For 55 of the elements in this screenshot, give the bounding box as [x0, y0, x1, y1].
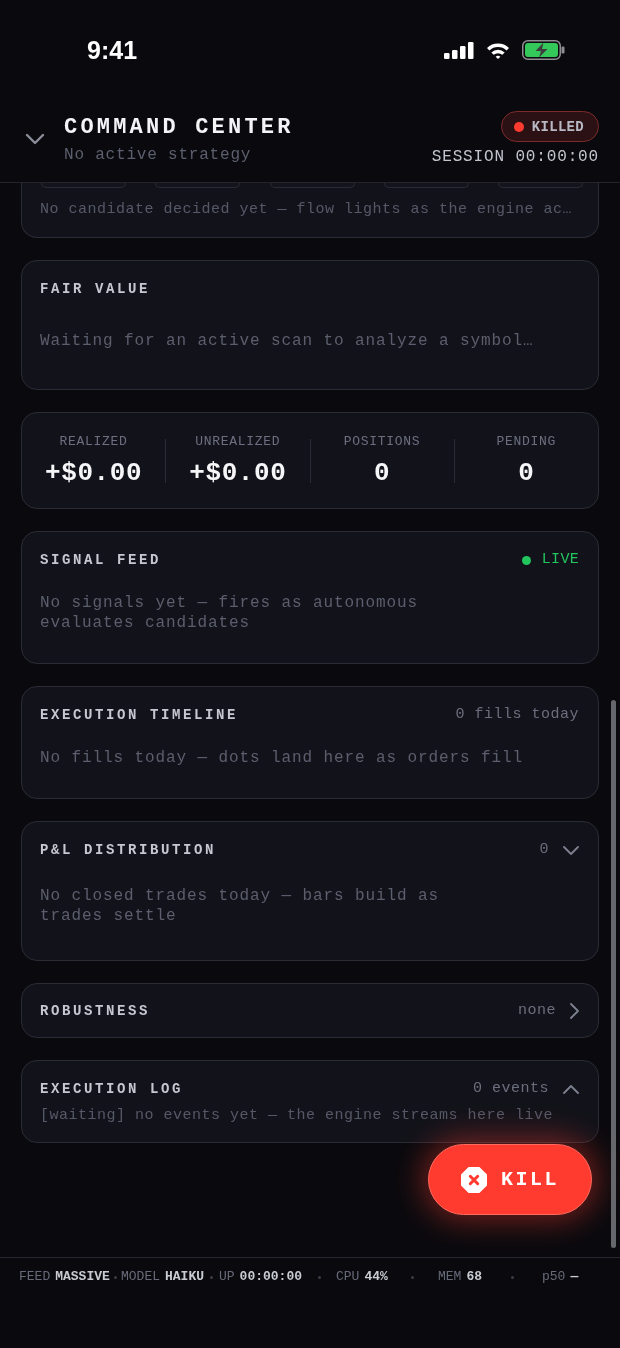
panel-meta: 0 events: [473, 1079, 549, 1099]
empty-message: Waiting for an active scan to analyze a symbol…: [40, 331, 535, 351]
footer-label: p50: [542, 1268, 566, 1286]
panel-title: P&L DISTRIBUTION: [40, 841, 217, 860]
stat-value: +$0.00: [45, 458, 143, 488]
footer-value: 00:00:00: [239, 1268, 303, 1286]
panel-title: EXECUTION TIMELINE: [40, 706, 239, 725]
footer-label: MODEL: [121, 1268, 160, 1286]
panel-meta: none: [518, 1001, 556, 1021]
footer-value: —: [570, 1268, 579, 1286]
chevron-down-icon[interactable]: [25, 133, 45, 145]
stat-label: POSITIONS: [343, 434, 421, 450]
signal-icon: [444, 41, 474, 59]
panel-title: ROBUSTNESS: [40, 1002, 150, 1021]
status-time: 9:41: [87, 35, 138, 65]
empty-message: No signals yet — fires as autonomous evaluates candidates: [40, 593, 420, 633]
footer-value: 44%: [364, 1268, 388, 1286]
status-label: KILLED: [531, 117, 584, 136]
chevron-right-icon[interactable]: [570, 1003, 579, 1019]
footer-label: MEM: [438, 1268, 462, 1286]
stat-label: REALIZED: [59, 434, 128, 450]
panel-meta: 0 fills today: [455, 705, 579, 725]
log-line: [waiting] no events yet — the engine streams here live: [40, 1107, 555, 1125]
status-label: LIVE: [541, 550, 579, 570]
session-timer: SESSION 00:00:00: [431, 147, 599, 167]
stop-icon: [461, 1166, 487, 1193]
status-dot-icon: [513, 121, 524, 132]
footer-label: CPU: [336, 1268, 360, 1286]
stat-value: 0: [374, 458, 391, 488]
panel-title: EXECUTION LOG: [40, 1080, 184, 1099]
battery-icon: [522, 40, 565, 60]
panel-title: SIGNAL FEED: [40, 551, 161, 570]
stat-value: +$0.00: [189, 458, 287, 488]
panel-card[interactable]: ROBUSTNESS none: [21, 983, 599, 1038]
empty-message: No fills today — dots land here as orders fill: [40, 748, 525, 768]
footer-value: 68: [466, 1268, 482, 1286]
stat-label: UNREALIZED: [195, 434, 281, 450]
strategy-subtitle: No active strategy: [64, 145, 253, 165]
stat-value: 0: [518, 458, 535, 488]
chevron-up-icon[interactable]: [563, 1084, 579, 1094]
app-title: COMMAND CENTER: [64, 115, 294, 141]
wifi-icon: [486, 41, 510, 59]
scrollbar[interactable]: [611, 700, 616, 1248]
empty-message: No closed trades today — bars build as trades settle: [40, 886, 441, 926]
footer-value: HAIKU: [165, 1268, 205, 1286]
empty-message: No candidate decided yet — flow lights as the engine ac…: [40, 200, 574, 220]
chevron-down-icon[interactable]: [563, 845, 579, 855]
panel-meta: 0: [539, 840, 549, 860]
stat-label: PENDING: [496, 434, 557, 450]
panel-title: FAIR VALUE: [40, 280, 150, 299]
status-dot-icon: [521, 555, 531, 565]
kill-button[interactable]: KILL: [428, 1144, 592, 1215]
footer-value: MASSIVE: [55, 1268, 110, 1286]
footer-label: FEED: [19, 1268, 51, 1286]
footer-label: UP: [219, 1268, 235, 1286]
